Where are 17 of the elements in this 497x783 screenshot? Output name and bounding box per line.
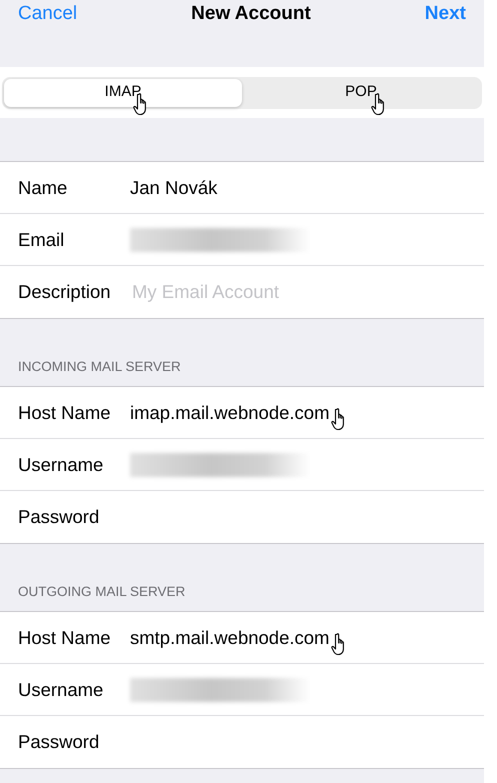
field-label: Password [18, 505, 100, 530]
field-value[interactable]: Jan Novák [130, 174, 218, 202]
field-label: Email [18, 228, 66, 252]
nav-title: New Account [191, 2, 311, 26]
section-header: INCOMING MAIL SERVER [18, 358, 181, 376]
field-label: Name [18, 176, 68, 200]
field-label: Password [18, 730, 100, 754]
field-value[interactable]: imap.mail.webnode.com [130, 398, 330, 426]
field-label: Username [18, 678, 104, 702]
field-value[interactable]: smtp.mail.webnode.com [130, 624, 330, 652]
field-label: Description [18, 280, 112, 304]
input-field[interactable]: My Email Account [132, 278, 392, 306]
field-label: Host Name [18, 626, 112, 650]
field-label: Host Name [18, 400, 112, 425]
section-header: OUTGOING MAIL SERVER [18, 582, 186, 601]
field-label: Username [18, 452, 104, 477]
segment-tab[interactable]: POP [242, 78, 480, 106]
